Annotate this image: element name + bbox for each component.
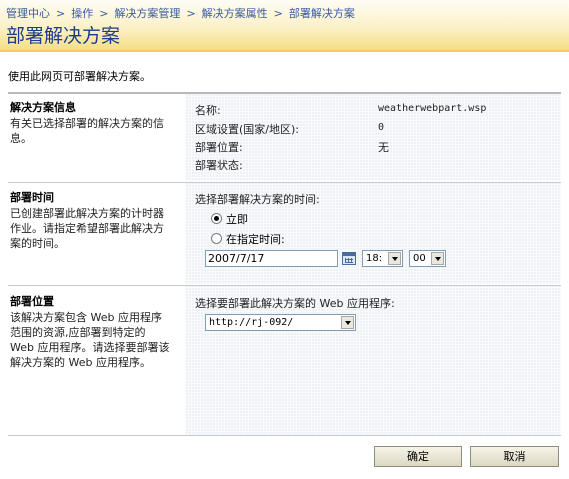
deploy-date-input[interactable]: 2007/7/17 xyxy=(205,250,338,267)
page-title: 部署解决方案 xyxy=(6,25,121,47)
breadcrumb-current: 部署解决方案 xyxy=(288,7,355,20)
chevron-down-icon[interactable] xyxy=(341,316,354,329)
cancel-button[interactable]: 取消 xyxy=(470,446,559,467)
section-divider xyxy=(8,435,561,436)
ok-button[interactable]: 确定 xyxy=(374,446,462,467)
radio-deploy-specific-time-label[interactable]: 在指定时间: xyxy=(226,231,285,247)
section-title-deploy-location: 部署位置 xyxy=(10,295,54,308)
breadcrumb-link-central-admin[interactable]: 管理中心 xyxy=(6,7,50,20)
radio-deploy-specific-time[interactable] xyxy=(211,233,222,244)
radio-deploy-now-label[interactable]: 立即 xyxy=(226,211,248,227)
deploy-minute-select[interactable]: 00 xyxy=(409,250,446,267)
page-header: 管理中心 > 操作 > 解决方案管理 > 解决方案属性 > 部署解决方案 部署解决方案 xyxy=(0,0,569,50)
breadcrumb-link-operations[interactable]: 操作 xyxy=(71,7,93,20)
radio-deploy-now[interactable] xyxy=(211,213,222,224)
section-desc-deploy-location: 该解决方案包含 Web 应用程序范围的资源,应部署到特定的 Web 应用程序。请… xyxy=(10,311,170,369)
locale-value: 0 xyxy=(378,122,385,133)
deploy-time-prompt: 选择部署解决方案的时间: xyxy=(195,193,320,206)
breadcrumb-separator: > xyxy=(99,7,109,20)
section-title-deploy-time: 部署时间 xyxy=(10,191,54,204)
web-application-select[interactable]: http://rj-092/ xyxy=(205,314,356,331)
header-divider xyxy=(0,50,569,52)
deployed-to-label: 部署位置: xyxy=(195,141,243,154)
breadcrumb-separator: > xyxy=(56,7,66,20)
breadcrumb-link-solution-properties[interactable]: 解决方案属性 xyxy=(202,7,268,20)
section-divider xyxy=(8,285,561,286)
chevron-down-icon[interactable] xyxy=(431,252,444,265)
section-desc-solution-info: 有关已选择部署的解决方案的信息。 xyxy=(10,117,164,145)
locale-label: 区域设置(国家/地区): xyxy=(195,123,299,136)
deploy-minute-value: 00 xyxy=(413,253,426,264)
breadcrumb-separator: > xyxy=(273,7,283,20)
section-desc-deploy-time: 已创建部署此解决方案的计时器作业。请指定希望部署此解决方案的时间。 xyxy=(10,207,164,250)
deploy-location-prompt: 选择要部署此解决方案的 Web 应用程序: xyxy=(195,297,395,310)
section-divider xyxy=(8,92,561,94)
deploy-hour-value: 18: xyxy=(366,253,383,264)
chevron-down-icon[interactable] xyxy=(388,252,401,265)
breadcrumb-separator: > xyxy=(186,7,196,20)
page-description: 使用此网页可部署解决方案。 xyxy=(8,70,151,83)
breadcrumb-link-solution-management[interactable]: 解决方案管理 xyxy=(114,7,180,20)
deploy-hour-select[interactable]: 18: xyxy=(362,250,403,267)
name-value: weatherwebpart.wsp xyxy=(378,103,487,114)
web-application-value: http://rj-092/ xyxy=(209,317,294,328)
name-label: 名称: xyxy=(195,104,221,117)
deployed-to-value: 无 xyxy=(378,141,389,154)
section-title-solution-info: 解决方案信息 xyxy=(10,101,76,114)
deployment-status-label: 部署状态: xyxy=(195,159,243,172)
breadcrumb: 管理中心 > 操作 > 解决方案管理 > 解决方案属性 > 部署解决方案 xyxy=(6,5,355,21)
calendar-icon[interactable] xyxy=(342,252,356,265)
section-divider xyxy=(8,182,561,183)
